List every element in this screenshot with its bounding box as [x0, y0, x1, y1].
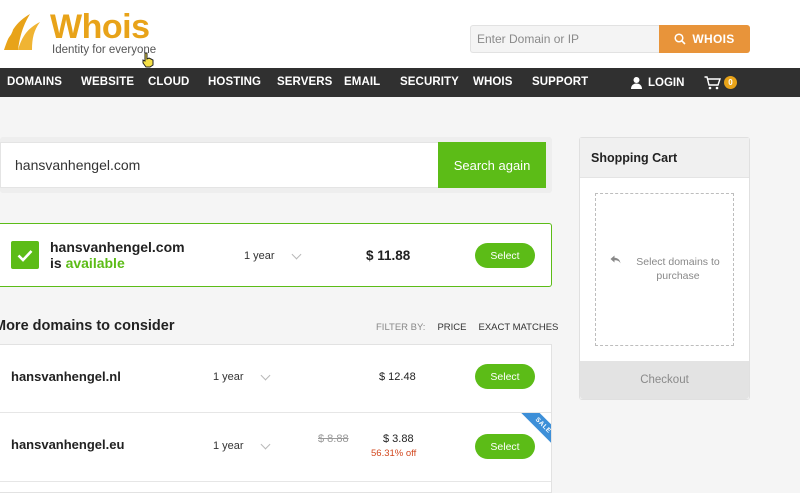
more-domains-list: hansvanhengel.nl 1 year $ 12.48 Select S… [0, 344, 552, 493]
row-domain: hansvanhengel.eu [11, 437, 125, 452]
checkout-button[interactable]: Checkout [580, 361, 749, 399]
domain-search-panel: hansvanhengel.com Search again [0, 137, 552, 193]
nav-item-support[interactable]: SUPPORT [532, 68, 588, 97]
cart-drop-area: Select domains to purchase [595, 193, 734, 346]
row-price: $ 3.88 [383, 433, 414, 445]
nav-item-cloud[interactable]: CLOUD [148, 68, 189, 97]
result-domain: hansvanhengel.com [50, 239, 185, 255]
select-row-button[interactable]: Select [475, 434, 535, 459]
result-status: available [65, 255, 125, 271]
top-search: WHOIS [470, 25, 750, 53]
main-nav: DOMAINS WEBSITE CLOUD HOSTING SERVERS EM… [0, 68, 800, 97]
row-period-label: 1 year [213, 371, 244, 383]
result-price: $ 11.88 [366, 248, 411, 263]
row-price: $ 12.48 [379, 371, 416, 383]
login-link[interactable]: LOGIN [630, 68, 684, 97]
list-item: hansvanhengel.nl 1 year $ 12.48 Select [0, 345, 551, 413]
user-icon [631, 77, 642, 89]
hand-cursor-icon [142, 52, 154, 68]
nav-item-servers[interactable]: SERVERS [277, 68, 332, 97]
result-status-line: is available [50, 255, 125, 271]
result-period-label: 1 year [244, 250, 275, 262]
nav-item-website[interactable]: WEBSITE [81, 68, 134, 97]
filter-label: FILTER BY: [376, 322, 426, 333]
whois-button[interactable]: WHOIS [659, 25, 750, 53]
filter-bar: FILTER BY: PRICE EXACT MATCHES [376, 322, 558, 333]
select-row-button[interactable]: Select [475, 364, 535, 389]
chevron-down-icon [291, 249, 302, 259]
row-period-label: 1 year [213, 440, 244, 452]
check-icon [11, 241, 39, 269]
result-period-select[interactable]: 1 year [244, 249, 302, 262]
domain-ip-input[interactable] [470, 25, 659, 53]
list-item: SALE hansvanhengel.eu 1 year $ 8.88 $ 3.… [0, 413, 551, 482]
row-period-select[interactable]: 1 year [213, 370, 271, 383]
row-old-price: $ 8.88 [318, 433, 349, 445]
search-icon [674, 33, 686, 45]
cart-header: Shopping Cart [580, 138, 749, 178]
row-discount: 56.31% off [371, 448, 417, 459]
cart-count-badge: 0 [724, 76, 737, 89]
filter-price[interactable]: PRICE [437, 322, 466, 333]
whois-button-label: WHOIS [692, 32, 735, 46]
result-is-text: is [50, 255, 62, 271]
reply-arrow-icon [610, 255, 621, 264]
cart-link[interactable]: 0 [704, 68, 737, 97]
row-domain: hansvanhengel.nl [11, 369, 121, 384]
shopping-cart-panel: Shopping Cart Select domains to purchase… [579, 137, 750, 400]
domain-search-input[interactable]: hansvanhengel.com [0, 142, 438, 188]
login-label: LOGIN [648, 76, 685, 89]
row-period-select[interactable]: 1 year [213, 439, 271, 452]
chevron-down-icon [260, 439, 271, 449]
page: Whois Identity for everyone WHOIS DOMAIN… [0, 0, 800, 493]
filter-exact-matches[interactable]: EXACT MATCHES [479, 322, 559, 333]
domain-search-value: hansvanhengel.com [15, 157, 141, 173]
nav-item-whois[interactable]: WHOIS [473, 68, 512, 97]
chevron-down-icon [260, 370, 271, 380]
select-result-button[interactable]: Select [475, 243, 535, 268]
cart-hint: Select domains to purchase [636, 256, 720, 282]
cart-title: Shopping Cart [591, 151, 678, 165]
nav-item-security[interactable]: SECURITY [400, 68, 459, 97]
nav-item-email[interactable]: EMAIL [344, 68, 380, 97]
available-result-card: hansvanhengel.com is available 1 year $ … [0, 223, 552, 287]
cart-icon [704, 75, 721, 89]
search-again-button[interactable]: Search again [438, 142, 546, 188]
logo-mark-icon [0, 14, 40, 50]
site-header: Whois Identity for everyone WHOIS [0, 0, 800, 68]
nav-item-domains[interactable]: DOMAINS [7, 68, 62, 97]
more-domains-title: More domains to consider [0, 318, 175, 334]
logo-wordmark: Whois [50, 8, 150, 46]
nav-item-hosting[interactable]: HOSTING [208, 68, 261, 97]
